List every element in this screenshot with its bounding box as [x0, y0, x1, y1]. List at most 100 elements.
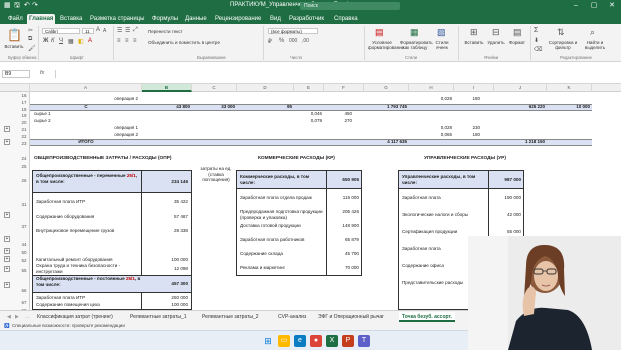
- cell-k17[interactable]: 10 000: [547, 104, 590, 110]
- sheet-tab-leverage[interactable]: ЭФГ и Операционный рычаг: [315, 312, 387, 322]
- tab-view[interactable]: Вид: [268, 14, 283, 24]
- cell-h16[interactable]: 0,028: [409, 96, 452, 102]
- cell-i21[interactable]: 180: [454, 132, 480, 138]
- sheet-tab-breakeven[interactable]: Точка безуб. ассорт.: [399, 312, 455, 322]
- row-header[interactable]: 16: [18, 93, 30, 98]
- delete-cells-button[interactable]: Удалить: [486, 40, 506, 45]
- align-left-icon[interactable]: ≡: [117, 38, 121, 44]
- format-cells-icon[interactable]: ▤: [513, 27, 522, 38]
- row-header[interactable]: 52: [18, 258, 30, 263]
- format-as-table-button[interactable]: Форматировать как таблицу: [400, 40, 433, 50]
- thousands-icon[interactable]: 000: [289, 38, 297, 44]
- cell-a21[interactable]: операция 2: [34, 132, 138, 138]
- row-header[interactable]: 17: [18, 100, 30, 105]
- column-header-b[interactable]: B: [142, 84, 192, 92]
- excel-taskbar-icon[interactable]: X: [326, 335, 338, 347]
- cell-b17[interactable]: 43 800: [142, 104, 190, 110]
- cell-g22[interactable]: 4 117 635: [364, 139, 407, 145]
- sort-filter-button[interactable]: Сортировка и фильтр: [548, 40, 578, 50]
- copy-icon[interactable]: ⧉: [28, 36, 32, 43]
- delete-cells-icon[interactable]: ⊟: [492, 27, 500, 38]
- tab-review[interactable]: Рецензирование: [213, 14, 263, 24]
- edge-icon[interactable]: e: [294, 335, 306, 347]
- close-button[interactable]: ✕: [603, 0, 621, 12]
- conditional-format-icon[interactable]: ▤: [375, 27, 384, 38]
- cell-g17[interactable]: 1 793 745: [364, 104, 407, 110]
- align-middle-icon[interactable]: ☰: [125, 27, 130, 34]
- bold-icon[interactable]: Ж: [43, 38, 48, 44]
- row-header[interactable]: 26: [18, 178, 30, 183]
- outline-expand-button[interactable]: +: [4, 282, 10, 288]
- save-icon[interactable]: 🖫: [14, 1, 20, 12]
- function-icon[interactable]: fx: [40, 70, 44, 76]
- name-box[interactable]: B9: [2, 70, 30, 78]
- row-header[interactable]: 31: [18, 202, 30, 207]
- font-color-icon[interactable]: A: [88, 38, 92, 44]
- fill-icon[interactable]: ⬇: [534, 37, 539, 44]
- outline-expand-button[interactable]: +: [4, 212, 10, 218]
- cell-a22[interactable]: ИТОГО: [34, 139, 138, 145]
- tab-page-layout[interactable]: Разметка страницы: [88, 14, 146, 24]
- tab-scroll-right-icon[interactable]: ▶: [12, 312, 22, 322]
- row-header[interactable]: 18: [18, 107, 30, 112]
- cell-i16[interactable]: 180: [454, 96, 480, 102]
- file-explorer-icon[interactable]: ▭: [278, 335, 290, 347]
- search-box[interactable]: Поиск: [300, 2, 400, 10]
- tab-home[interactable]: Главная: [27, 14, 56, 24]
- cut-icon[interactable]: ✂: [28, 27, 33, 34]
- sheet-tab-relevant-2[interactable]: Релевантные затраты_2: [199, 312, 262, 322]
- tab-insert[interactable]: Вставка: [58, 14, 84, 24]
- cell-e19[interactable]: 0,079: [294, 118, 322, 124]
- tab-file[interactable]: Файл: [6, 14, 25, 24]
- column-header-g[interactable]: G: [364, 84, 409, 92]
- sheet-tab-relevant-1[interactable]: Релевантные затраты_1: [127, 312, 190, 322]
- column-header-e[interactable]: E: [294, 84, 324, 92]
- row-header[interactable]: 67: [18, 300, 30, 305]
- tab-formulas[interactable]: Формулы: [150, 14, 180, 24]
- sheet-tab-cvp[interactable]: CVP-анализ: [275, 312, 309, 322]
- fill-color-icon[interactable]: ◧: [78, 38, 84, 45]
- align-center-icon[interactable]: ≡: [125, 38, 129, 44]
- cell-a16[interactable]: операция 2: [34, 96, 138, 102]
- orientation-icon[interactable]: ⤢: [133, 27, 138, 34]
- row-header[interactable]: 20: [18, 120, 30, 125]
- outline-expand-button[interactable]: +: [4, 139, 10, 145]
- maximize-button[interactable]: ▢: [585, 0, 603, 12]
- cell-styles-icon[interactable]: ▧: [437, 27, 446, 38]
- row-header[interactable]: 21: [18, 127, 30, 132]
- clear-icon[interactable]: ⌫: [534, 46, 542, 53]
- column-header-a[interactable]: A: [30, 84, 142, 92]
- cell-styles-button[interactable]: Стили ячеек: [433, 40, 451, 50]
- merge-center-button[interactable]: Объединить и поместить в центре: [148, 40, 220, 45]
- cell-j22[interactable]: 1 218 150: [494, 139, 545, 145]
- cell-h20[interactable]: 0,028: [409, 125, 452, 131]
- column-header-f[interactable]: F: [324, 84, 364, 92]
- cell-a19[interactable]: сырье 2: [34, 118, 138, 124]
- tab-more-icon[interactable]: …: [22, 312, 33, 322]
- cell-c17[interactable]: 33 000: [192, 104, 235, 110]
- paste-button[interactable]: Вставить: [2, 44, 26, 49]
- font-name-select[interactable]: Calibri: [42, 28, 80, 34]
- row-header[interactable]: 50: [18, 250, 30, 255]
- outline-expand-button[interactable]: +: [4, 266, 10, 272]
- percent-icon[interactable]: %: [279, 38, 284, 44]
- italic-icon[interactable]: К: [51, 38, 55, 44]
- format-painter-icon[interactable]: 🖌: [28, 45, 36, 52]
- row-header[interactable]: 24: [18, 156, 30, 161]
- powerpoint-icon[interactable]: P: [342, 335, 354, 347]
- outline-expand-button[interactable]: +: [4, 256, 10, 262]
- cell-e18[interactable]: 0,046: [294, 111, 322, 117]
- increase-font-icon[interactable]: A: [96, 27, 100, 33]
- column-header-k[interactable]: K: [547, 84, 592, 92]
- row-header[interactable]: 23: [18, 141, 30, 146]
- row-header[interactable]: 25: [18, 164, 30, 169]
- redo-icon[interactable]: ↷: [32, 1, 38, 9]
- cell-j17[interactable]: 625 220: [494, 104, 545, 110]
- format-table-icon[interactable]: ▦: [410, 27, 419, 38]
- status-text[interactable]: Специальные возможности: проверьте реком…: [12, 322, 125, 330]
- conditional-format-button[interactable]: Условное форматирование: [368, 40, 404, 50]
- start-icon[interactable]: ⊞: [262, 335, 274, 347]
- column-header-c[interactable]: C: [192, 84, 237, 92]
- cell-f18[interactable]: 450: [324, 111, 352, 117]
- cell-a18[interactable]: сырье 1: [34, 111, 138, 117]
